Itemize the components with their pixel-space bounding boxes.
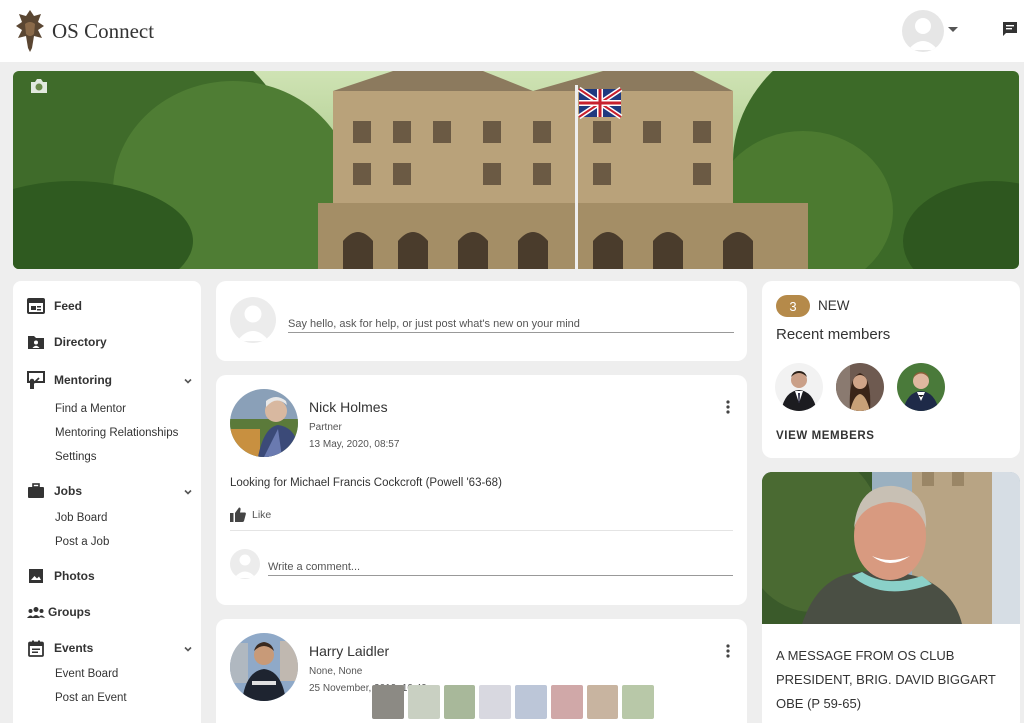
- member-avatar[interactable]: [836, 363, 884, 411]
- sidebar-item-photos[interactable]: Photos: [27, 567, 95, 585]
- top-bar: OS Connect: [0, 0, 1024, 62]
- sidebar-item-label: Directory: [54, 335, 107, 349]
- recent-members-card: 3 NEW Recent members VIEW MEMBERS: [762, 281, 1020, 458]
- thumbnail[interactable]: [550, 685, 583, 719]
- like-button[interactable]: Like: [230, 507, 271, 522]
- sidebar-item-label: Mentoring: [54, 373, 112, 387]
- user-avatar[interactable]: [902, 10, 944, 52]
- author-photo: [230, 389, 298, 457]
- sidebar-subitem-event-board[interactable]: Event Board: [55, 668, 118, 680]
- groups-icon: [27, 603, 45, 621]
- post-divider: [230, 530, 733, 531]
- sidebar-nav: Feed Directory Mentoring Find a Mentor M…: [13, 281, 201, 723]
- feed-icon: [27, 297, 45, 315]
- author-role: None, None: [309, 666, 363, 677]
- mentoring-icon: [27, 371, 45, 389]
- cover-banner: [13, 71, 1019, 269]
- member-photo: [897, 363, 945, 411]
- user-placeholder-icon: [234, 554, 256, 578]
- sidebar-item-directory[interactable]: Directory: [27, 333, 107, 351]
- directory-icon: [27, 333, 45, 351]
- author-name[interactable]: Harry Laidler: [309, 643, 389, 659]
- author-name[interactable]: Nick Holmes: [309, 399, 388, 415]
- author-role: Partner: [309, 422, 342, 433]
- photo-icon: [27, 567, 45, 585]
- member-avatar[interactable]: [897, 363, 945, 411]
- account-caret-icon[interactable]: [948, 27, 958, 32]
- new-label: NEW: [818, 298, 850, 313]
- commenter-avatar: [230, 549, 260, 579]
- mentoring-chevron-down-icon[interactable]: [184, 377, 192, 385]
- sidebar-subitem-post-an-event[interactable]: Post an Event: [55, 692, 127, 704]
- recent-members-title: Recent members: [776, 326, 891, 343]
- thumbnail[interactable]: [622, 685, 654, 719]
- president-photo: [762, 472, 1020, 624]
- thumbnail[interactable]: [479, 685, 511, 719]
- post-body: Looking for Michael Francis Cockcroft (P…: [230, 477, 502, 489]
- view-members-link[interactable]: VIEW MEMBERS: [776, 430, 875, 442]
- change-cover-camera-icon[interactable]: [30, 78, 48, 94]
- member-photo: [836, 363, 884, 411]
- sidebar-item-label: Jobs: [54, 484, 83, 498]
- user-placeholder-icon: [237, 305, 269, 341]
- thumbnail[interactable]: [372, 685, 404, 719]
- post-input[interactable]: [288, 315, 734, 333]
- sidebar-item-events[interactable]: Events: [27, 639, 93, 657]
- post-menu-kebab-icon[interactable]: [726, 644, 730, 658]
- composer-avatar: [230, 297, 276, 343]
- sidebar-item-label: Groups: [48, 605, 91, 619]
- sidebar-subitem-job-board[interactable]: Job Board: [55, 512, 107, 524]
- sidebar-item-label: Feed: [54, 299, 83, 313]
- sidebar-item-groups[interactable]: Groups: [27, 603, 91, 621]
- author-avatar[interactable]: [230, 633, 298, 701]
- thumbnail[interactable]: [407, 685, 440, 719]
- calendar-icon: [27, 639, 45, 657]
- sidebar-subitem-post-a-job[interactable]: Post a Job: [55, 536, 109, 548]
- member-photo: [775, 363, 823, 411]
- sidebar-item-mentoring[interactable]: Mentoring: [27, 371, 112, 389]
- author-avatar[interactable]: [230, 389, 298, 457]
- messages-icon[interactable]: [1001, 20, 1019, 38]
- thumbs-up-icon: [230, 507, 246, 522]
- sidebar-item-jobs[interactable]: Jobs: [27, 482, 82, 500]
- thumbnail[interactable]: [515, 685, 547, 719]
- sidebar-subitem-mentoring-relationships[interactable]: Mentoring Relationships: [55, 427, 178, 439]
- jobs-chevron-down-icon[interactable]: [184, 488, 192, 496]
- sidebar-item-feed[interactable]: Feed: [27, 297, 82, 315]
- post-composer: [216, 281, 747, 361]
- sidebar-item-label: Events: [54, 641, 94, 655]
- brand-name[interactable]: OS Connect: [52, 19, 154, 44]
- post-timestamp: 13 May, 2020, 08:57: [309, 439, 400, 450]
- thumbnail[interactable]: [586, 685, 619, 719]
- briefcase-icon: [27, 482, 45, 500]
- post-menu-kebab-icon[interactable]: [726, 400, 730, 414]
- sidebar-item-label: Photos: [54, 569, 95, 583]
- user-placeholder-icon: [908, 18, 938, 50]
- sidebar-subitem-mentoring-settings[interactable]: Settings: [55, 451, 97, 463]
- like-label: Like: [252, 508, 272, 521]
- president-message-title[interactable]: A message from OS Club President, Brig. …: [776, 644, 1012, 716]
- sidebar-subitem-find-a-mentor[interactable]: Find a Mentor: [55, 403, 126, 415]
- member-avatar[interactable]: [775, 363, 823, 411]
- crest-logo-icon[interactable]: [14, 8, 46, 54]
- thumbnail[interactable]: [443, 685, 476, 719]
- president-message-card[interactable]: A message from OS Club President, Brig. …: [762, 472, 1020, 723]
- events-chevron-down-icon[interactable]: [184, 645, 192, 653]
- feed-post: Nick Holmes Partner 13 May, 2020, 08:57 …: [216, 375, 747, 605]
- image-thumbnail-strip[interactable]: [372, 685, 654, 719]
- author-photo: [230, 633, 298, 701]
- new-members-count-badge: 3: [776, 295, 810, 317]
- comment-input[interactable]: [268, 558, 733, 576]
